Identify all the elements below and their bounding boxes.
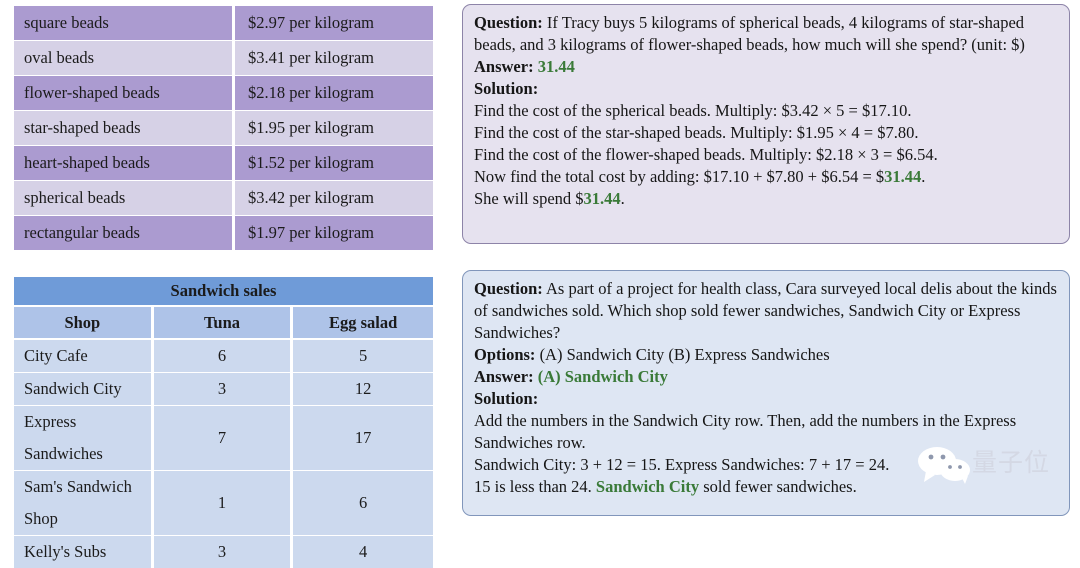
tuna-count: 7 xyxy=(153,406,294,471)
table-row: Sandwich City 3 12 xyxy=(14,373,433,406)
solution-line-pre: Now find the total cost by adding: $17.1… xyxy=(474,167,885,187)
sandwich-table-title: Sandwich sales xyxy=(14,277,433,307)
answer-value: 31.44 xyxy=(537,57,575,77)
bead-item-name: flower-shaped beads xyxy=(14,76,235,111)
bead-item-price: $3.42 per kilogram xyxy=(235,181,433,216)
solution-highlight: 31.44 xyxy=(583,189,621,209)
bead-table-body: square beads $2.97 per kilogram oval bea… xyxy=(14,6,433,250)
table-header-row: Shop Tuna Egg salad xyxy=(14,307,433,340)
sandwich-question-panel: Question: As part of a project for healt… xyxy=(462,270,1070,516)
table-row: star-shaped beads $1.95 per kilogram xyxy=(14,111,433,146)
table-row: square beads $2.97 per kilogram xyxy=(14,6,433,41)
tuna-count: 3 xyxy=(153,373,294,406)
bead-item-name: oval beads xyxy=(14,41,235,76)
bead-item-price: $3.41 per kilogram xyxy=(235,41,433,76)
question-text: If Tracy buys 5 kilograms of spherical b… xyxy=(474,13,1025,55)
answer-value: (A) Sandwich City xyxy=(537,367,668,387)
solution-line: Find the cost of the star-shaped beads. … xyxy=(474,123,919,143)
tuna-count: 6 xyxy=(153,340,294,373)
egg-salad-count: 6 xyxy=(293,471,433,536)
answer-block: Answer: 31.44 xyxy=(474,56,1058,78)
bead-item-price: $2.18 per kilogram xyxy=(235,76,433,111)
sandwich-table-body: Sandwich sales Shop Tuna Egg salad City … xyxy=(14,277,433,568)
solution-line: 15 is less than 24. Sandwich City sold f… xyxy=(474,476,1058,498)
question-label: Question: xyxy=(474,279,543,298)
egg-salad-count: 12 xyxy=(293,373,433,406)
solution-label: Solution: xyxy=(474,389,539,409)
bead-item-name: spherical beads xyxy=(14,181,235,216)
egg-salad-count: 17 xyxy=(293,406,433,471)
shop-name: Kelly's Subs xyxy=(14,536,154,568)
solution-line: Find the cost of the spherical beads. Mu… xyxy=(474,101,912,121)
column-header-shop: Shop xyxy=(14,307,154,340)
bead-item-price: $1.97 per kilogram xyxy=(235,216,433,250)
solution-label: Solution: xyxy=(474,79,539,99)
solution-line: She will spend $31.44. xyxy=(474,188,1058,210)
table-row: flower-shaped beads $2.18 per kilogram xyxy=(14,76,433,111)
bead-price-table: square beads $2.97 per kilogram oval bea… xyxy=(14,6,433,250)
table-row: City Cafe 6 5 xyxy=(14,340,433,373)
question-text: As part of a project for health class, C… xyxy=(474,279,1057,343)
solution-line: Add the numbers in the Sandwich City row… xyxy=(474,411,1017,453)
table-title-row: Sandwich sales xyxy=(14,277,433,307)
question-block: Question: If Tracy buys 5 kilograms of s… xyxy=(474,12,1058,56)
shop-name: Sandwich City xyxy=(14,373,154,406)
egg-salad-count: 5 xyxy=(293,340,433,373)
answer-block: Answer: (A) Sandwich City xyxy=(474,366,1058,388)
bead-item-name: heart-shaped beads xyxy=(14,146,235,181)
solution-highlight: Sandwich City xyxy=(595,477,700,497)
options-label: Options: xyxy=(474,345,536,365)
sandwich-sales-table: Sandwich sales Shop Tuna Egg salad City … xyxy=(14,277,433,568)
shop-name: Sam's Sandwich Shop xyxy=(14,471,154,536)
solution-line-pre: 15 is less than 24. xyxy=(474,477,596,497)
question-label: Question: xyxy=(474,13,543,32)
solution-line-post: . xyxy=(921,167,926,187)
tuna-count: 3 xyxy=(153,536,294,568)
table-row: oval beads $3.41 per kilogram xyxy=(14,41,433,76)
answer-label: Answer: xyxy=(474,57,534,77)
solution-line: Find the cost of the flower-shaped beads… xyxy=(474,145,938,165)
shop-name: Express Sandwiches xyxy=(14,406,154,471)
solution-line-post: sold fewer sandwiches. xyxy=(699,477,857,497)
table-row: Kelly's Subs 3 4 xyxy=(14,536,433,568)
column-header-egg-salad: Egg salad xyxy=(293,307,433,340)
table-row: spherical beads $3.42 per kilogram xyxy=(14,181,433,216)
solution-line: Sandwich City: 3 + 12 = 15. Express Sand… xyxy=(474,455,890,475)
bead-item-price: $2.97 per kilogram xyxy=(235,6,433,41)
shop-name: City Cafe xyxy=(14,340,154,373)
bead-item-name: rectangular beads xyxy=(14,216,235,250)
question-block: Question: As part of a project for healt… xyxy=(474,278,1058,344)
table-row: rectangular beads $1.97 per kilogram xyxy=(14,216,433,250)
bead-question-panel: Question: If Tracy buys 5 kilograms of s… xyxy=(462,4,1070,244)
bead-item-name: star-shaped beads xyxy=(14,111,235,146)
bead-item-price: $1.95 per kilogram xyxy=(235,111,433,146)
answer-label: Answer: xyxy=(474,367,534,387)
options-block: Options: (A) Sandwich City (B) Express S… xyxy=(474,344,1058,366)
options-text: (A) Sandwich City (B) Express Sandwiches xyxy=(535,345,830,365)
tuna-count: 1 xyxy=(153,471,294,536)
table-row: Sam's Sandwich Shop 1 6 xyxy=(14,471,433,536)
solution-highlight: 31.44 xyxy=(884,167,922,187)
table-row: heart-shaped beads $1.52 per kilogram xyxy=(14,146,433,181)
solution-line: Now find the total cost by adding: $17.1… xyxy=(474,166,1058,188)
table-row: Express Sandwiches 7 17 xyxy=(14,406,433,471)
bead-item-price: $1.52 per kilogram xyxy=(235,146,433,181)
column-header-tuna: Tuna xyxy=(153,307,294,340)
egg-salad-count: 4 xyxy=(293,536,433,568)
solution-line-pre: She will spend $ xyxy=(474,189,584,209)
bead-item-name: square beads xyxy=(14,6,235,41)
solution-line-post: . xyxy=(620,189,625,209)
